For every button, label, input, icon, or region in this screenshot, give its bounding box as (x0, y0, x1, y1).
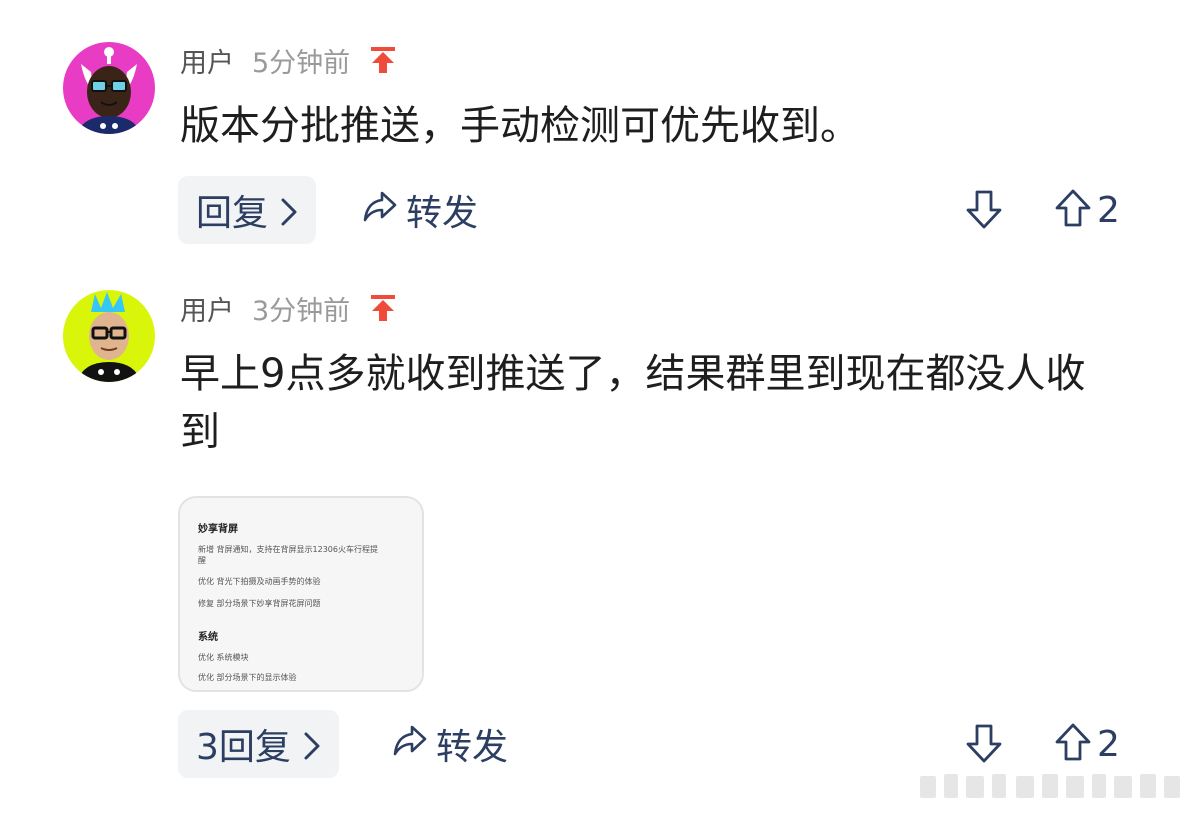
timestamp: 3分钟前 (252, 295, 351, 327)
username[interactable]: 用户 (180, 289, 234, 328)
thumb-down-arrow-icon[interactable] (964, 722, 1004, 766)
reply-button[interactable]: 回复 (178, 176, 317, 244)
image-line: 优化 系统模块 (198, 653, 249, 662)
share-arrow-icon (392, 723, 436, 766)
comment-meta: 用户 5分钟前 (180, 40, 396, 80)
image-line: 修复 部分场景下妙享背屏花屏问题 (198, 599, 321, 608)
chevron-right-icon (280, 195, 298, 226)
forward-label: 转发 (406, 193, 479, 234)
share-arrow-icon (362, 189, 406, 232)
avatar[interactable] (63, 42, 155, 134)
reply-label: 3回复 (196, 727, 291, 768)
comment-meta: 用户 3分钟前 (180, 288, 396, 328)
forward-label: 转发 (436, 727, 509, 768)
image-section-title: 系统 (198, 632, 218, 643)
forward-button[interactable]: 转发 (362, 176, 478, 244)
pin-top-icon (370, 294, 396, 322)
pin-top-icon (370, 46, 396, 74)
upvote-button[interactable]: 2 (1055, 722, 1120, 766)
image-title: 妙享背屏 (198, 524, 238, 535)
watermark (920, 768, 1182, 804)
thumb-up-arrow-icon (1055, 722, 1091, 766)
comment-text: 版本分批推送，手动检测可优先收到。 (180, 103, 860, 149)
image-thumbnail[interactable]: 妙享背屏 新增 背屏通知，支持在背屏显示12306火车行程提 醒 优化 背光下拍… (178, 496, 424, 692)
upvote-count: 2 (1097, 723, 1120, 765)
chevron-right-icon (303, 729, 321, 760)
comment-item: 用户 5分钟前 版本分批推送，手动检测可优先收到。 回复 转发 2 (0, 0, 1200, 260)
image-line: 优化 背光下拍摄及动画手势的体验 (198, 577, 321, 586)
avatar[interactable] (63, 290, 155, 382)
upvote-button[interactable]: 2 (1055, 188, 1120, 232)
reply-button[interactable]: 3回复 (178, 710, 339, 778)
forward-button[interactable]: 转发 (392, 710, 508, 778)
reply-label: 回复 (196, 193, 269, 234)
comment-text: 早上9点多就收到推送了，结果群里到现在都没人收到 (180, 351, 1086, 455)
upvote-count: 2 (1097, 189, 1120, 231)
username[interactable]: 用户 (180, 41, 234, 80)
thumb-up-arrow-icon (1055, 188, 1091, 232)
thumb-down-arrow-icon[interactable] (964, 188, 1004, 232)
image-line: 新增 背屏通知，支持在背屏显示12306火车行程提 (198, 545, 378, 554)
comment-item: 用户 3分钟前 早上9点多就收到推送了，结果群里到现在都没人收到 妙享背屏 新增… (0, 260, 1200, 800)
image-line: 优化 部分场景下的显示体验 (198, 673, 297, 682)
timestamp: 5分钟前 (252, 47, 351, 79)
image-line: 醒 (198, 556, 206, 565)
